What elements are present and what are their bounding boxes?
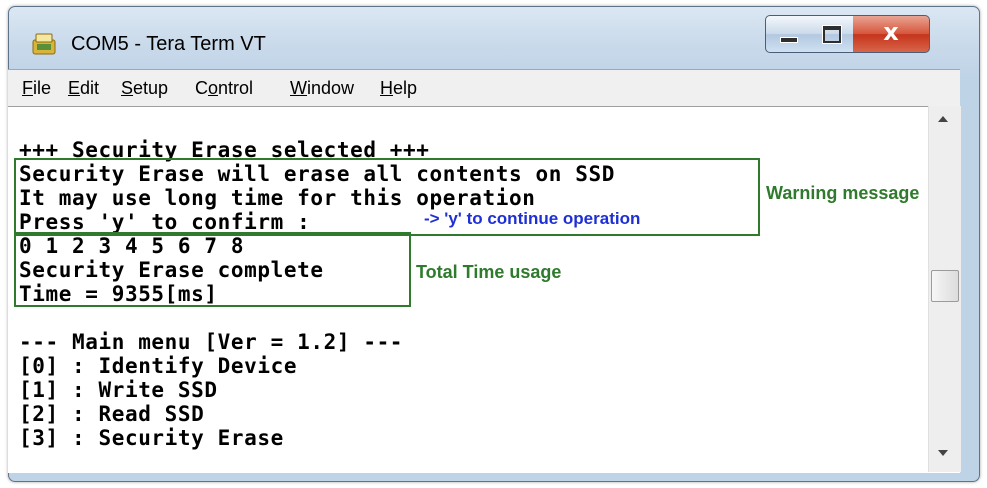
maximize-button[interactable] [809,15,854,53]
scrollbar-thumb[interactable] [931,270,959,302]
menu-file[interactable]: File [22,78,51,99]
menu-setup[interactable]: Setup [121,78,168,99]
terminal-line: [2] : Read SSD [19,402,205,426]
terminal-line: --- Main menu [Ver = 1.2] --- [19,330,404,354]
warning-annotation: Warning message [766,183,920,203]
minimize-button[interactable] [765,15,811,53]
menu-control[interactable]: Control [195,78,253,99]
total-time-annotation: Total Time usage [416,262,562,282]
menu-help[interactable]: Help [380,78,417,99]
time-highlight-box [14,232,411,307]
close-button[interactable]: x [853,15,930,53]
maximize-icon [823,26,841,43]
continue-annotation: -> 'y' to continue operation [424,209,641,228]
warning-highlight-box [14,158,760,236]
window-title: COM5 - Tera Term VT [71,33,266,55]
terminal-line: [3] : Security Erase [19,426,284,450]
menu-bar: File Edit Setup Control Window Help [8,69,960,107]
menu-edit[interactable]: Edit [68,78,99,99]
vertical-scrollbar[interactable] [928,106,961,472]
title-bar[interactable]: COM5 - Tera Term VT x [9,7,979,77]
close-icon: x [883,18,899,46]
minimize-icon [780,37,798,43]
terminal-line: [1] : Write SSD [19,378,218,402]
arrow-down-icon[interactable] [938,450,948,456]
menu-window[interactable]: Window [290,78,354,99]
arrow-up-icon[interactable] [938,116,948,122]
tera-term-icon [32,33,56,55]
terminal-line: [0] : Identify Device [19,354,298,378]
